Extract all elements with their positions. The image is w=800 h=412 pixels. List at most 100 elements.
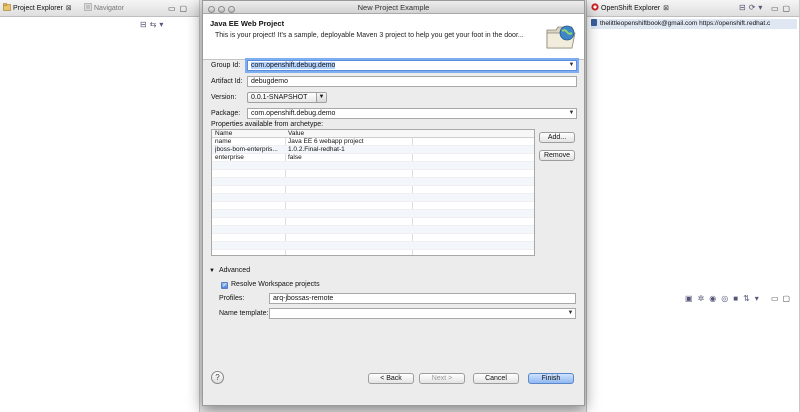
dialog-title: New Project Example	[357, 3, 430, 12]
profiles-value: arq-jbossas-remote	[273, 295, 334, 302]
table-row-empty	[212, 186, 534, 194]
profiles-input[interactable]: arq-jbossas-remote	[269, 293, 576, 304]
start-icon[interactable]: ◉	[709, 294, 721, 303]
server-new-icon[interactable]: ▣	[685, 294, 698, 303]
minimize-window-button[interactable]	[218, 6, 225, 13]
tab-navigator-label: Navigator	[94, 5, 124, 12]
chevron-down-icon[interactable]: ▼	[567, 61, 576, 70]
column-header-name[interactable]: Name	[215, 130, 232, 138]
property-name-cell[interactable]: name	[215, 138, 283, 146]
server-icon	[591, 19, 597, 26]
chevron-down-icon[interactable]: ▼	[316, 93, 326, 102]
artifact-id-input[interactable]: debugdemo	[247, 76, 577, 87]
openshift-icon	[591, 3, 599, 11]
group-id-value: com.openshift.debug.demo	[251, 62, 336, 69]
openshift-connection-row[interactable]: thelittleopenshiftbook@gmail.com https:/…	[591, 19, 797, 29]
left-tab-bar: Project Explorer ⊠ Navigator ▭▢	[0, 0, 199, 17]
version-label: Version:	[211, 94, 237, 101]
table-row-empty	[212, 234, 534, 242]
servers-minimize-maximize-icons[interactable]: ▭▢	[771, 294, 794, 303]
view-menu-icon[interactable]: ▾	[758, 3, 765, 12]
advanced-label: Advanced	[218, 267, 251, 274]
refresh-icon[interactable]: ⟳	[749, 3, 759, 12]
tab-openshift-explorer-label: OpenShift Explorer	[601, 5, 661, 12]
group-id-combo[interactable]: com.openshift.debug.demo ▼	[247, 60, 577, 71]
collapse-all-icon[interactable]: ⊟	[739, 3, 749, 12]
banner-title: Java EE Web Project	[210, 19, 285, 28]
property-name-cell[interactable]: enterprise	[215, 154, 283, 162]
help-button[interactable]: ?	[211, 371, 224, 384]
package-label: Package:	[211, 110, 241, 117]
finish-button[interactable]: Finish	[528, 373, 574, 384]
property-value-cell[interactable]: false	[288, 154, 410, 162]
close-window-button[interactable]	[208, 6, 215, 13]
properties-table[interactable]: Name Value name Java EE 6 webapp project j…	[211, 129, 535, 256]
disclosure-triangle-icon[interactable]: ▼	[209, 268, 215, 274]
stop-icon[interactable]: ■	[733, 294, 743, 303]
tab-openshift-explorer[interactable]: OpenShift Explorer ⊠	[591, 3, 669, 15]
servers-toolbar-icons[interactable]: ▣✲◉◎■⇅▾	[685, 294, 764, 303]
properties-label: Properties available from archetype:	[211, 121, 324, 128]
tab-navigator[interactable]: Navigator	[84, 3, 124, 15]
minimize-maximize-icons[interactable]: ▭▢	[168, 4, 191, 13]
table-row[interactable]: jboss-bom-enterpris... 1.0.2.Final-redhat…	[212, 146, 534, 154]
checkmark-icon[interactable]: ✓	[221, 282, 228, 289]
view-menu-icon[interactable]: ▾	[159, 20, 166, 29]
version-select[interactable]: 0.0.1-SNAPSHOT ▼	[247, 92, 327, 103]
tab-project-explorer[interactable]: Project Explorer ⊠	[3, 3, 72, 15]
table-row[interactable]: enterprise false	[212, 154, 534, 162]
minimize-maximize-icons[interactable]: ▭▢	[771, 4, 794, 13]
wizard-banner: Java EE Web Project This is your project…	[203, 14, 584, 60]
chevron-down-icon[interactable]: ▼	[567, 109, 576, 118]
view-menu-icon[interactable]: ▾	[755, 294, 764, 303]
table-row-empty	[212, 218, 534, 226]
wizard-folder-icon	[544, 20, 578, 54]
right-tab-bar: OpenShift Explorer ⊠ ▭▢	[587, 0, 799, 17]
resolve-workspace-label: Resolve Workspace projects	[231, 281, 320, 288]
table-row-empty	[212, 162, 534, 170]
group-id-label: Group Id:	[211, 62, 241, 69]
back-button[interactable]: < Back	[368, 373, 414, 384]
property-value-cell[interactable]: 1.0.2.Final-redhat-1	[288, 146, 410, 154]
connection-label: thelittleopenshiftbook@gmail.com https:/…	[600, 20, 771, 27]
artifact-id-label: Artifact Id:	[211, 78, 243, 85]
close-icon[interactable]: ⊠	[66, 5, 72, 12]
cancel-button[interactable]: Cancel	[473, 373, 519, 384]
collapse-all-icon[interactable]: ⊟	[140, 20, 150, 29]
name-template-label: Name template:	[219, 310, 269, 317]
advanced-section-toggle[interactable]: ▼ Advanced	[209, 267, 250, 274]
name-template-combo[interactable]: ▼	[269, 308, 576, 319]
property-value-cell[interactable]: Java EE 6 webapp project	[288, 138, 410, 146]
navigator-icon	[84, 3, 92, 11]
profiles-label: Profiles:	[219, 295, 245, 302]
debug-icon[interactable]: ✲	[698, 294, 710, 303]
table-row-empty	[212, 170, 534, 178]
property-name-cell[interactable]: jboss-bom-enterpris...	[215, 146, 283, 154]
remove-property-button[interactable]: Remove	[539, 150, 575, 161]
chevron-down-icon[interactable]: ▼	[566, 309, 575, 318]
column-header-value[interactable]: Value	[288, 130, 304, 138]
package-combo[interactable]: com.openshift.debug.demo ▼	[247, 108, 577, 119]
next-button[interactable]: Next >	[419, 373, 465, 384]
close-icon[interactable]: ⊠	[663, 5, 669, 12]
new-project-example-dialog: New Project Example Java EE Web Project …	[202, 0, 585, 406]
project-explorer-pane: Project Explorer ⊠ Navigator ▭▢ ⊟⇆▾	[0, 0, 200, 412]
properties-table-header: Name Value	[212, 130, 534, 138]
banner-description: This is your project! It's a sample, dep…	[215, 32, 524, 39]
dialog-titlebar[interactable]: New Project Example	[203, 1, 584, 14]
table-row-empty	[212, 226, 534, 234]
zoom-window-button[interactable]	[228, 6, 235, 13]
table-row-empty	[212, 178, 534, 186]
publish-icon[interactable]: ⇅	[743, 294, 755, 303]
add-property-button[interactable]: Add...	[539, 132, 575, 143]
left-toolbar-icons[interactable]: ⊟⇆▾	[140, 20, 166, 29]
profile-icon[interactable]: ◎	[721, 294, 733, 303]
project-explorer-icon	[3, 3, 11, 11]
table-row[interactable]: name Java EE 6 webapp project	[212, 138, 534, 146]
table-row-empty	[212, 194, 534, 202]
link-with-editor-icon[interactable]: ⇆	[150, 20, 160, 29]
artifact-id-value: debugdemo	[251, 78, 288, 85]
right-toolbar-icons[interactable]: ⊟⟳▾	[739, 3, 765, 12]
version-value: 0.0.1-SNAPSHOT	[251, 94, 308, 101]
resolve-workspace-checkbox[interactable]: ✓ Resolve Workspace projects	[221, 281, 320, 289]
